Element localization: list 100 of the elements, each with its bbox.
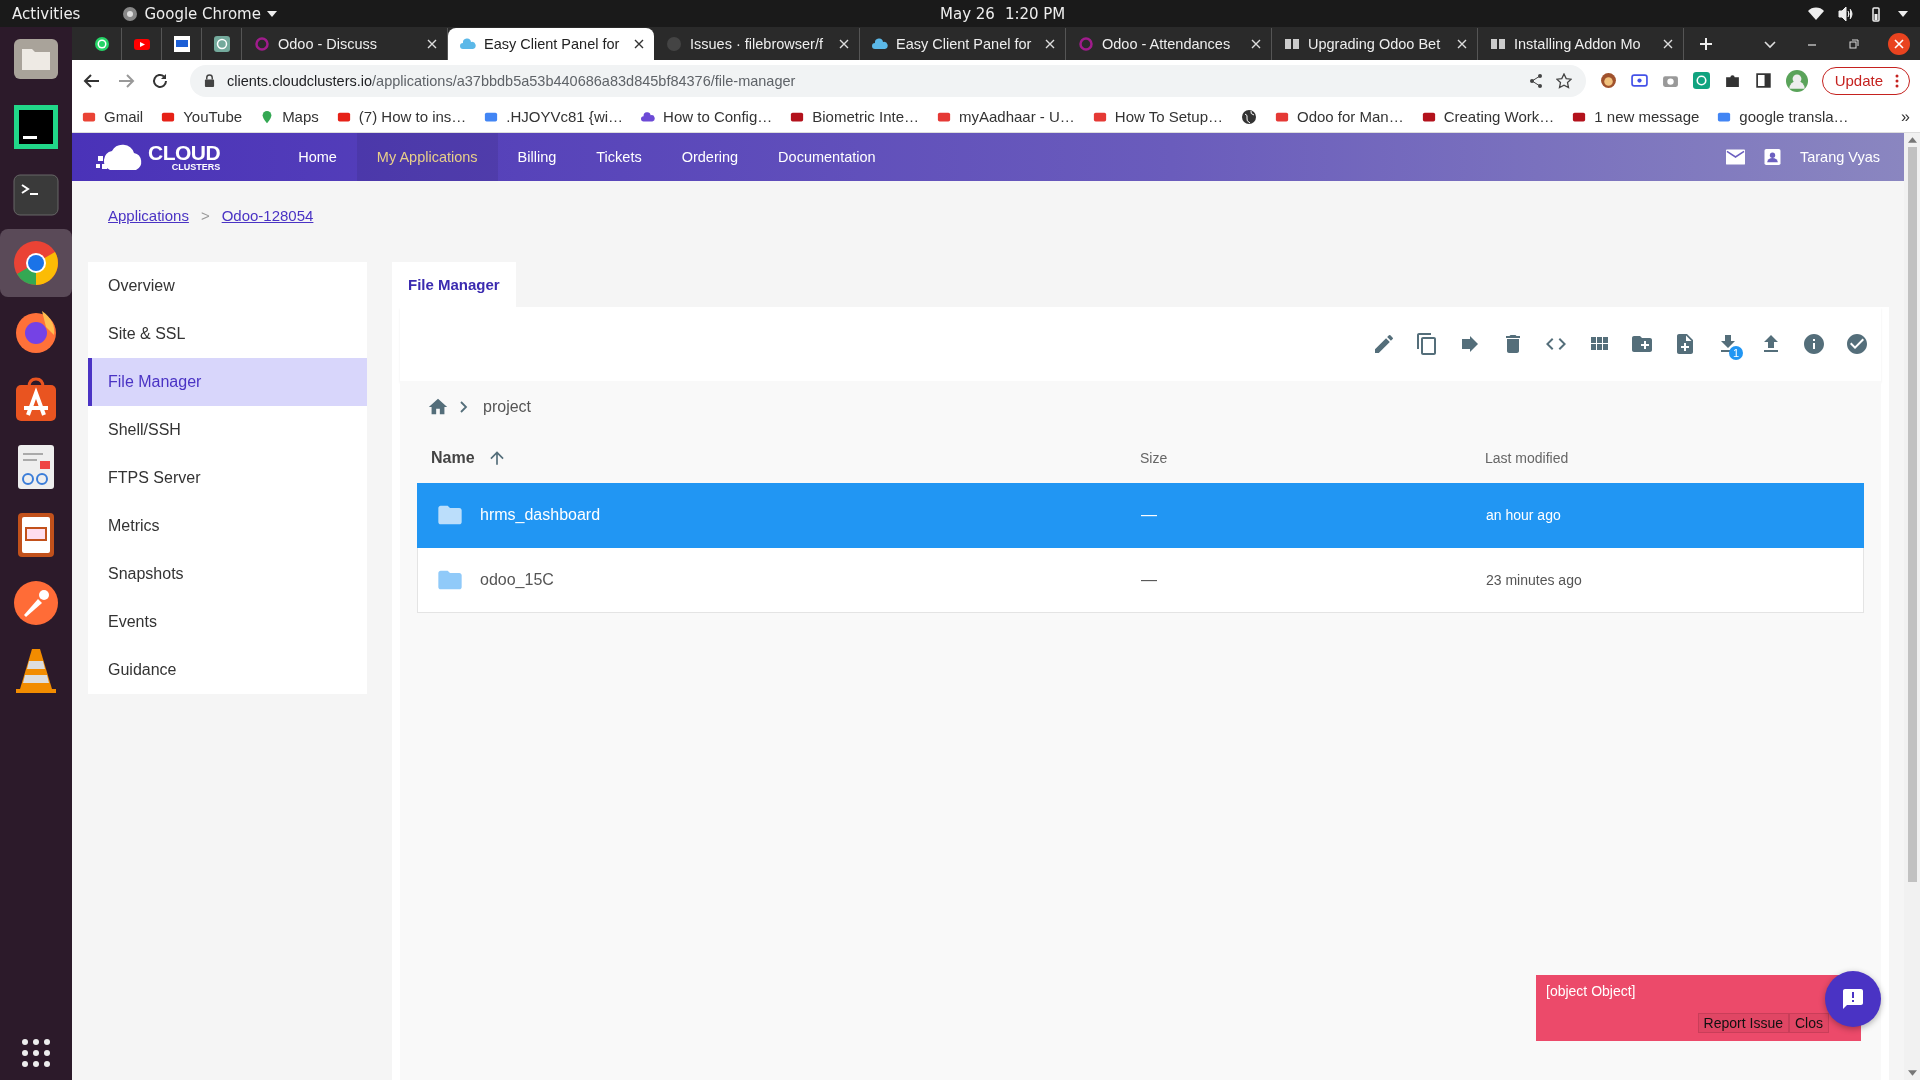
puzzle-icon[interactable] [1723,72,1741,89]
count-badge: 1 [1729,346,1743,360]
sidebar-item[interactable]: File Manager [88,358,367,406]
sidebar-item[interactable]: Snapshots [88,550,367,598]
modified-time: 23 minutes ago [1486,572,1583,588]
avatar-icon[interactable] [1785,69,1808,92]
sidebar-item[interactable]: Metrics [88,502,367,550]
scroll-down-icon[interactable] [1907,1070,1917,1076]
bookmark[interactable]: YouTube [161,108,243,125]
user-icon[interactable] [1762,149,1782,165]
side-panel-icon[interactable] [1754,72,1772,89]
scroll-up-icon[interactable] [1907,137,1917,143]
more-bookmarks-button[interactable]: » [1901,107,1910,126]
clock-text: 1:20 PM [1004,4,1066,23]
nav-link[interactable]: Documentation [758,133,896,181]
ring-icon [1078,36,1094,52]
book-icon [1284,36,1300,52]
sidebar-item[interactable]: Events [88,598,367,646]
breadcrumb-link[interactable]: Odoo-128054 [221,206,314,224]
user-name[interactable]: Tarang Vyas [1799,149,1880,165]
column-header[interactable]: Last modified [1485,450,1864,466]
bookmark[interactable]: Creating Work… [1421,108,1555,125]
app-menu[interactable]: Google Chrome [144,4,261,23]
book-icon [1490,36,1506,52]
file-name: hrms_dashboard [480,506,601,524]
bookmark[interactable]: Maps [260,108,319,125]
bookmark[interactable]: Odoo for Man… [1275,108,1404,125]
update-button[interactable]: Update [1821,66,1910,95]
tab-title: Odoo - Discuss [278,36,379,52]
sidebar-item[interactable]: Shell/SSH [88,406,367,454]
info-button[interactable] [1802,332,1826,356]
path-link[interactable]: project [483,398,532,416]
bookmark[interactable]: myAadhaar - U… [937,108,1075,125]
sidebar-item[interactable]: Guidance [88,646,367,694]
date-text: May 26 [940,4,995,23]
new-tab-icon[interactable] [1698,36,1714,52]
info-icon [1802,332,1826,356]
logo-text: CLOUD [148,142,221,163]
address-bar[interactable]: clients.cloudclusters.io/applications/a37bbdb5a53b440686a83d845bf84376/file-manager [190,64,1586,97]
nav-link[interactable]: Ordering [661,133,759,181]
panel-tab[interactable]: File Manager [392,262,516,307]
share-icon[interactable] [1527,72,1544,89]
bookmark[interactable]: (7) How to ins… [336,108,467,125]
bookmark[interactable]: Biometric Inte… [790,108,919,125]
app-grid-icon[interactable] [21,1038,51,1068]
ring-icon [254,36,270,52]
chevron-right-icon [459,400,469,414]
bookmark[interactable]: How To Setup… [1092,108,1223,125]
chrome-icon[interactable] [12,239,60,287]
restore-icon[interactable] [1846,36,1862,52]
copy-button[interactable] [1415,332,1439,356]
caret-icon [266,10,277,17]
file-name: odoo_15C [480,571,554,589]
star-icon[interactable] [1555,72,1572,89]
toast-message: [object Object] [1546,983,1637,999]
file-size: — [1141,506,1158,524]
bookmark[interactable]: Gmail [82,108,144,125]
scrollbar[interactable] [1904,133,1920,1080]
cloud-icon [641,109,656,124]
speaker-icon[interactable] [1838,5,1854,22]
column-header[interactable]: Size [1140,450,1485,466]
breadcrumb-link[interactable]: Applications [108,206,189,224]
nav-link[interactable]: Billing [497,133,577,181]
close-icon[interactable] [1888,33,1910,55]
copy-icon [1415,332,1439,356]
browser-tab[interactable]: Easy Client Panel for [448,28,654,60]
file-row[interactable]: odoo_15C — 23 minutes ago [417,548,1864,613]
nav-link[interactable]: My Applications [356,133,498,181]
bookmark[interactable]: .HJOYVc81 {wi… [484,108,624,125]
caret-icon[interactable] [1898,10,1908,17]
terminal-icon[interactable] [12,171,60,219]
tab-title: Odoo - Attendances [1102,36,1232,52]
screen-record-icon[interactable] [1630,72,1648,89]
sidebar-item[interactable]: Overview [88,262,367,310]
wifi-icon[interactable] [1808,5,1824,22]
toast-button[interactable]: Report Issue [1697,1013,1789,1033]
lock-icon[interactable] [204,74,215,87]
cloud-icon [872,36,888,52]
sidebar-item[interactable]: Site & SSL [88,310,367,358]
nav-link[interactable]: Home [278,133,357,181]
pencil-button[interactable] [1372,332,1396,356]
pencil-icon [1372,332,1396,356]
tab-title: Installing Addon Mo [1514,36,1642,52]
breadcrumb-separator: > [200,206,210,224]
bookmark[interactable]: google transla… [1717,108,1849,125]
url-text: clients.cloudclusters.io/applications/a37bbdb5a53b440686a83d845bf84376/file-manager [227,72,796,89]
bookmark[interactable]: How to Config… [641,108,773,125]
sidebar-item[interactable]: FTPS Server [88,454,367,502]
column-header[interactable]: Name [431,449,475,467]
bookmark[interactable]: 1 new message [1572,108,1700,125]
chrome-icon [122,5,139,22]
activities-button[interactable]: Activities [12,4,81,23]
nav-link[interactable]: Tickets [576,133,662,181]
modified-time: an hour ago [1486,507,1562,523]
globe-icon[interactable] [1241,108,1257,125]
check-circle-button[interactable] [1845,332,1869,356]
mail-icon[interactable] [1725,149,1745,165]
close-icon[interactable] [634,39,644,49]
toast-button[interactable]: Clos [1789,1013,1829,1033]
tab-title: Easy Client Panel for [484,36,621,52]
